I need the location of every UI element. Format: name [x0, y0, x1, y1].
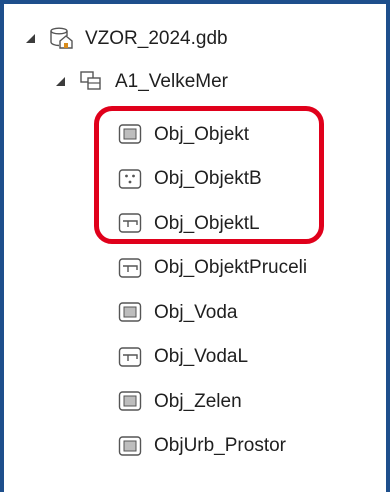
tree-item-feature-class[interactable]: Obj_ObjektPruceli — [118, 248, 307, 288]
tree-item-label: Obj_ObjektB — [154, 168, 262, 189]
tree-item-label: ObjUrb_Prostor — [154, 435, 286, 456]
tree-item-label: Obj_VodaL — [154, 346, 249, 367]
tree-item-label: Obj_ObjektL — [154, 212, 260, 234]
polygon-feature-class-icon — [118, 123, 142, 145]
catalog-tree-panel: VZOR_2024.gdb A1_VelkeMer Obj_Objekt Obj_… — [0, 0, 390, 492]
tree-node-label: VZOR_2024.gdb — [85, 27, 228, 49]
tree-item-label: Obj_Voda — [154, 301, 238, 323]
tree-item-feature-class[interactable]: ObjUrb_Prostor — [118, 426, 286, 466]
tree-item-feature-class[interactable]: Obj_ObjektL — [118, 203, 260, 243]
line-feature-class-icon — [118, 212, 142, 234]
tree-item-feature-class[interactable]: Obj_Objekt — [118, 114, 249, 154]
tree-item-feature-class[interactable]: Obj_Voda — [118, 292, 237, 332]
tree-item-label: Obj_Objekt — [154, 123, 250, 145]
feature-dataset-icon — [79, 70, 103, 92]
polygon-feature-class-icon — [118, 435, 142, 457]
line-feature-class-icon — [118, 346, 142, 368]
tree-node-label: A1_VelkeMer — [115, 70, 229, 92]
tree-item-label: Obj_Zelen — [154, 390, 242, 412]
tree-item-feature-class[interactable]: Obj_VodaL — [118, 337, 248, 377]
geodatabase-icon — [49, 27, 73, 49]
expand-toggle-icon[interactable] — [56, 76, 65, 86]
polygon-feature-class-icon — [118, 390, 142, 412]
tree-item-label: Obj_ObjektPruceli — [154, 257, 308, 278]
tree-node-gdb[interactable]: VZOR_2024.gdb — [26, 18, 228, 58]
polygon-feature-class-icon — [118, 301, 142, 323]
tree-node-dataset[interactable]: A1_VelkeMer — [56, 61, 228, 101]
line-feature-class-icon — [118, 257, 142, 279]
point-feature-class-icon — [118, 168, 142, 190]
tree-item-feature-class[interactable]: Obj_ObjektB — [118, 159, 262, 199]
expand-toggle-icon[interactable] — [26, 33, 35, 43]
tree-item-feature-class[interactable]: Obj_Zelen — [118, 381, 242, 421]
